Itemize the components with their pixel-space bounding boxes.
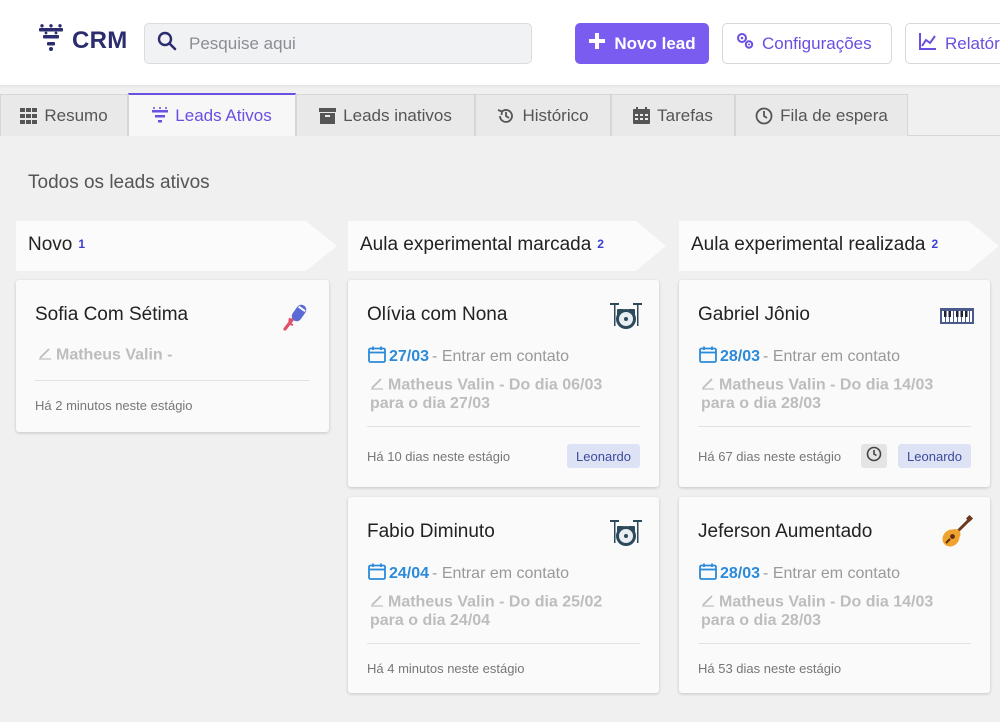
drums-icon: [609, 515, 643, 549]
tab-tarefas[interactable]: Tarefas: [611, 94, 735, 136]
lead-card-fabio[interactable]: Fabio Diminuto 24/04 - Entrar em contato…: [348, 497, 659, 693]
archive-icon: [319, 107, 337, 124]
tab-leads-ativos[interactable]: Leads Ativos: [128, 93, 296, 136]
guitar-icon: [940, 514, 974, 549]
logo-text: CRM: [72, 26, 128, 54]
calendar-icon: [699, 346, 717, 368]
column-header-aula-marcada: Aula experimental marcada 2: [348, 221, 668, 271]
task-date: 28/03: [720, 565, 761, 582]
card-divider: [367, 643, 640, 644]
tab-leads-inativos[interactable]: Leads inativos: [296, 94, 475, 136]
keyboard-icon: [940, 298, 974, 332]
search-icon: [157, 31, 177, 56]
pencil-icon: [701, 376, 715, 395]
reports-label: Relatór: [945, 33, 1000, 53]
lead-name: Jeferson Aumentado: [698, 521, 873, 542]
task-action: - Entrar em contato: [763, 565, 900, 582]
crm-logo[interactable]: CRM: [38, 24, 128, 57]
task-date: 27/03: [389, 348, 430, 365]
task-date: 28/03: [720, 348, 761, 365]
stage-time: Há 10 dias neste estágio: [367, 449, 511, 464]
task-action: - Entrar em contato: [432, 348, 569, 365]
lead-name: Gabriel Jônio: [698, 304, 810, 325]
lead-card-sofia[interactable]: Sofia Com Sétima Matheus Valin - Há 2 mi…: [16, 280, 329, 432]
funnel-logo-icon: [38, 24, 64, 57]
column-title: Novo: [28, 234, 73, 255]
tab-label: Histórico: [522, 105, 589, 125]
task-date: 24/04: [389, 565, 430, 582]
stage-time: Há 53 dias neste estágio: [698, 661, 842, 676]
lead-author: Matheus Valin - Do dia 14/03 para o dia …: [701, 376, 934, 412]
card-divider: [698, 643, 971, 644]
history-icon: [497, 107, 515, 125]
search-box[interactable]: [144, 23, 532, 64]
chart-icon: [919, 32, 937, 55]
stage-time: Há 67 dias neste estágio: [698, 449, 842, 464]
calendar-icon: [368, 346, 386, 368]
card-divider: [698, 426, 971, 427]
lead-author: Matheus Valin -: [56, 346, 173, 364]
settings-label: Configurações: [762, 33, 872, 53]
tab-bar: Resumo Leads Ativos Leads inativos Histó…: [0, 93, 1000, 136]
calendar-icon: [368, 563, 386, 585]
tab-fila-de-espera[interactable]: Fila de espera: [735, 94, 908, 136]
stage-time: Há 2 minutos neste estágio: [35, 398, 193, 413]
column-count: 1: [78, 237, 86, 251]
section-title: Todos os leads ativos: [28, 172, 210, 193]
task-action: - Entrar em contato: [763, 348, 900, 365]
tab-label: Leads inativos: [343, 105, 452, 125]
pencil-icon: [38, 346, 52, 365]
task-action: - Entrar em contato: [432, 565, 569, 582]
assignee-badge[interactable]: Leonardo: [567, 444, 640, 468]
lead-name: Olívia com Nona: [367, 304, 508, 325]
pencil-icon: [370, 593, 384, 612]
column-count: 2: [597, 237, 604, 251]
lead-name: Sofia Com Sétima: [35, 304, 189, 325]
column-count: 2: [931, 237, 939, 251]
calendar-icon: [699, 563, 717, 585]
stage-time: Há 4 minutos neste estágio: [367, 661, 525, 676]
column-header-aula-realizada: Aula experimental realizada 2: [679, 221, 1000, 271]
drums-icon: [609, 298, 643, 332]
grid-icon: [20, 107, 38, 124]
gears-icon: [736, 32, 754, 55]
column-header-novo: Novo 1: [16, 221, 338, 271]
lead-card-olivia[interactable]: Olívia com Nona 27/03 - Entrar em contat…: [348, 280, 659, 487]
column-title: Aula experimental realizada: [691, 234, 926, 255]
search-input[interactable]: [189, 33, 509, 54]
column-title: Aula experimental marcada: [360, 234, 592, 255]
tab-label: Leads Ativos: [175, 105, 272, 125]
settings-button[interactable]: Configurações: [722, 23, 892, 64]
microphone-icon: [279, 298, 313, 332]
tab-label: Tarefas: [657, 105, 713, 125]
pencil-icon: [370, 376, 384, 395]
lead-author: Matheus Valin - Do dia 25/02 para o dia …: [370, 593, 603, 629]
card-divider: [367, 426, 640, 427]
lead-card-gabriel[interactable]: Gabriel Jônio 28/03 - Entrar em contato …: [679, 280, 990, 487]
clock-icon: [755, 107, 773, 125]
reports-button[interactable]: Relatór: [905, 23, 1000, 64]
top-header: CRM Novo lead Configurações Relatór: [0, 0, 1000, 85]
clock-button[interactable]: [861, 444, 887, 468]
card-divider: [35, 380, 310, 381]
tab-historico[interactable]: Histórico: [475, 94, 611, 136]
new-lead-label: Novo lead: [614, 33, 696, 53]
new-lead-button[interactable]: Novo lead: [575, 23, 709, 64]
tab-resumo[interactable]: Resumo: [0, 94, 128, 136]
assignee-badge[interactable]: Leonardo: [898, 444, 971, 468]
clock-icon: [866, 446, 882, 467]
tab-label: Resumo: [44, 105, 108, 125]
lead-author: Matheus Valin - Do dia 14/03 para o dia …: [701, 593, 934, 629]
tab-label: Fila de espera: [780, 105, 888, 125]
lead-card-jeferson[interactable]: Jeferson Aumentado 28/03 - Entrar em con…: [679, 497, 990, 693]
funnel-icon: [152, 107, 169, 124]
lead-author: Matheus Valin - Do dia 06/03 para o dia …: [370, 376, 603, 412]
lead-name: Fabio Diminuto: [367, 521, 495, 542]
calendar-icon: [633, 107, 651, 124]
pencil-icon: [701, 593, 715, 612]
plus-icon: [588, 32, 606, 55]
